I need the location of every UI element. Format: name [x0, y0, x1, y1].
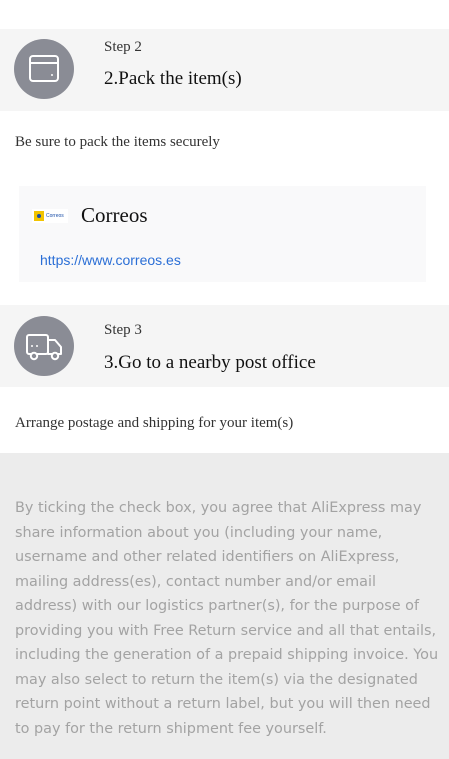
step-2-description: Be sure to pack the items securely	[15, 134, 220, 150]
step-2-title: 2.Pack the item(s)	[104, 68, 242, 89]
step-3-title: 3.Go to a nearby post office	[104, 352, 316, 373]
correos-logo: Correos	[32, 209, 68, 223]
step-2-header: Step 2 2.Pack the item(s)	[0, 29, 449, 111]
consent-text: By ticking the check box, you agree that…	[15, 500, 439, 737]
step-3-header: Step 3 3.Go to a nearby post office	[0, 305, 449, 387]
carrier-website-link[interactable]: https://www.correos.es	[40, 252, 181, 268]
step-3-icon-circle	[14, 316, 74, 376]
carrier-name: Correos	[81, 203, 148, 227]
step-2-label: Step 2	[104, 39, 142, 55]
step-3-description: Arrange postage and shipping for your it…	[15, 415, 294, 431]
delivery-truck-icon	[26, 334, 62, 361]
consent-section: By ticking the check box, you agree that…	[0, 453, 449, 759]
correos-crown-icon	[34, 211, 44, 221]
step-2-icon-circle	[14, 39, 74, 99]
package-box-icon	[29, 55, 59, 82]
step-3-label: Step 3	[104, 322, 142, 338]
carrier-card: Correos Correos https://www.correos.es	[19, 186, 426, 282]
correos-logo-text: Correos	[46, 213, 64, 219]
